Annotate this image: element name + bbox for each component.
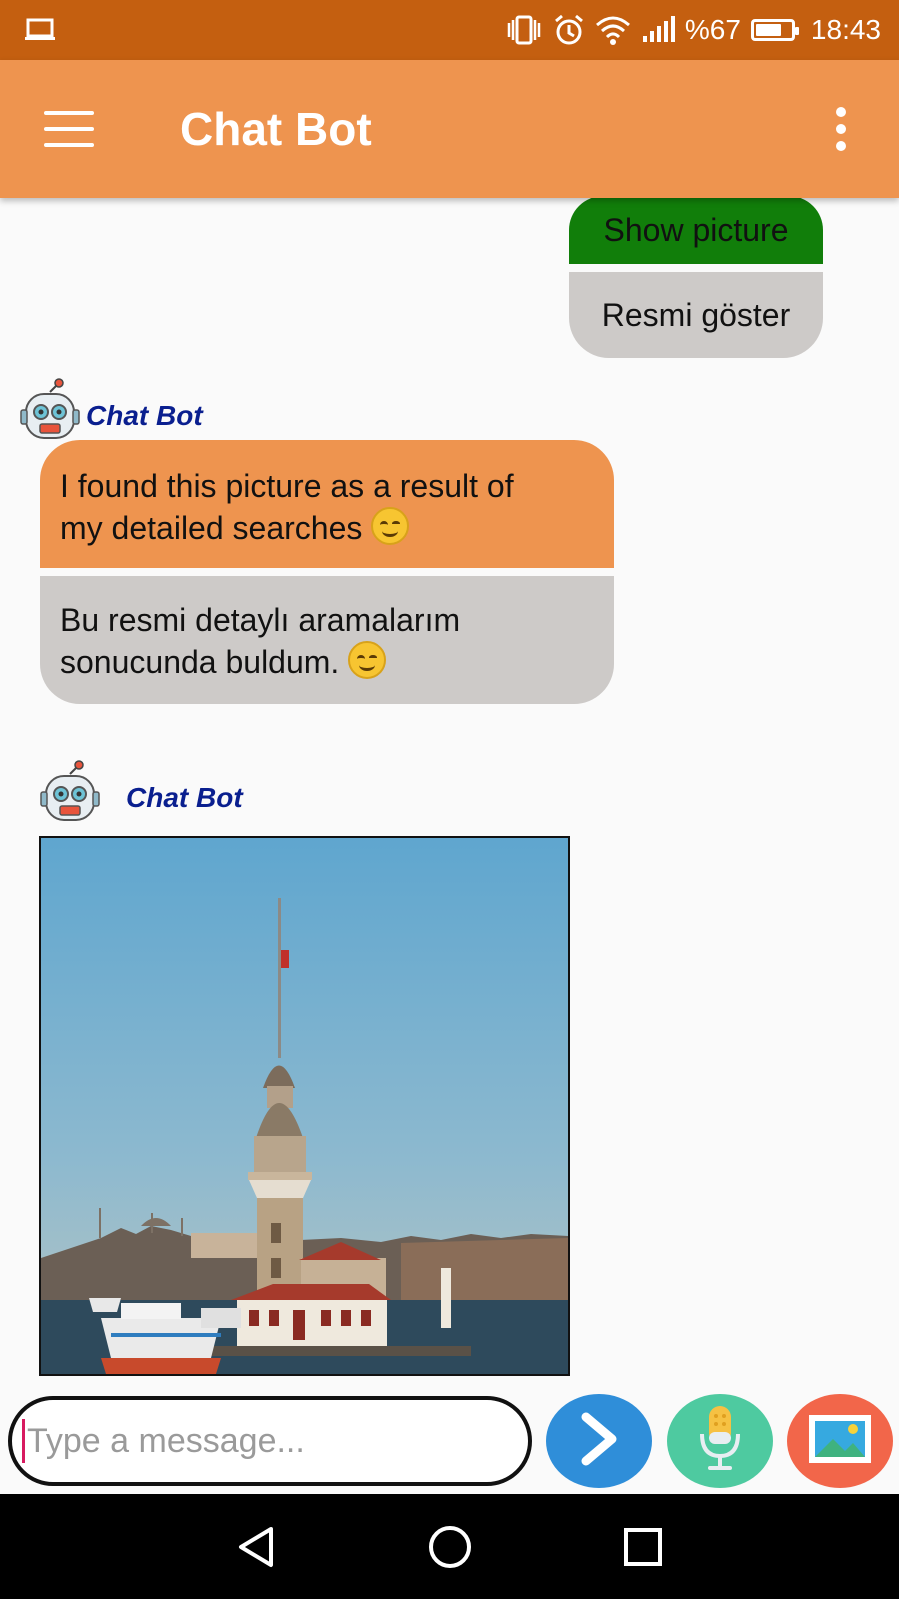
microphone-button[interactable] — [667, 1394, 773, 1488]
microphone-icon — [692, 1404, 748, 1479]
vibrate-icon — [505, 15, 543, 45]
signal-icon — [641, 16, 675, 44]
bot-translation-line-text: sonucunda buldum. — [60, 644, 340, 680]
chat-area[interactable]: Show picture Resmi göster Chat Bot I fou… — [0, 198, 899, 1392]
send-button[interactable] — [546, 1394, 652, 1488]
bot-name: Chat Bot — [86, 399, 203, 431]
bot-translation-line: sonucunda buldum. — [60, 641, 594, 683]
battery-percentage: %67 — [684, 14, 741, 45]
clock: 18:43 — [810, 14, 881, 45]
user-message-translation: Resmi göster — [569, 272, 823, 358]
smiling-face-emoji-icon — [348, 641, 387, 679]
composer-bar: Type a message... — [0, 1392, 899, 1494]
bot-name: Chat Bot — [126, 781, 243, 813]
robot-avatar-icon — [40, 760, 100, 829]
bot-message-line: I found this picture as a result of — [60, 468, 514, 504]
bot-message-original: I found this picture as a result of my d… — [40, 440, 614, 568]
home-icon[interactable] — [420, 1517, 480, 1577]
page-title: Chat Bot — [180, 103, 372, 155]
bot-header: Chat Bot — [20, 378, 203, 447]
bot-translation-line: Bu resmi detaylı aramalarım — [60, 602, 461, 638]
image-icon — [807, 1413, 873, 1470]
recents-icon[interactable] — [613, 1517, 673, 1577]
battery-icon — [750, 19, 799, 41]
robot-avatar-icon — [20, 378, 80, 447]
app-bar: Chat Bot — [0, 60, 899, 198]
bot-message-line: my detailed searches — [60, 507, 594, 549]
overflow-menu-icon[interactable] — [829, 107, 853, 151]
alarm-icon — [553, 14, 585, 46]
bot-message-translation: Bu resmi detaylı aramalarım sonucunda bu… — [40, 576, 614, 704]
user-message: Show picture Resmi göster — [569, 198, 823, 358]
image-button[interactable] — [787, 1394, 893, 1488]
bot-message-line-text: my detailed searches — [60, 510, 363, 546]
message-input-placeholder: Type a message... — [27, 1421, 305, 1460]
navigation-bar — [0, 1494, 899, 1599]
bot-message: I found this picture as a result of my d… — [40, 440, 614, 704]
wifi-icon — [595, 15, 631, 45]
smiling-face-emoji-icon — [371, 507, 410, 545]
menu-icon[interactable] — [44, 111, 94, 147]
back-icon[interactable] — [227, 1517, 287, 1577]
bot-header: Chat Bot — [40, 760, 243, 829]
laptop-icon — [24, 17, 56, 43]
send-icon — [574, 1411, 624, 1472]
maiden-tower-photo[interactable] — [39, 836, 570, 1376]
user-message-original: Show picture — [569, 198, 823, 264]
message-input[interactable]: Type a message... — [8, 1396, 532, 1486]
text-cursor — [22, 1419, 25, 1463]
status-bar: %67 18:43 — [0, 0, 899, 60]
